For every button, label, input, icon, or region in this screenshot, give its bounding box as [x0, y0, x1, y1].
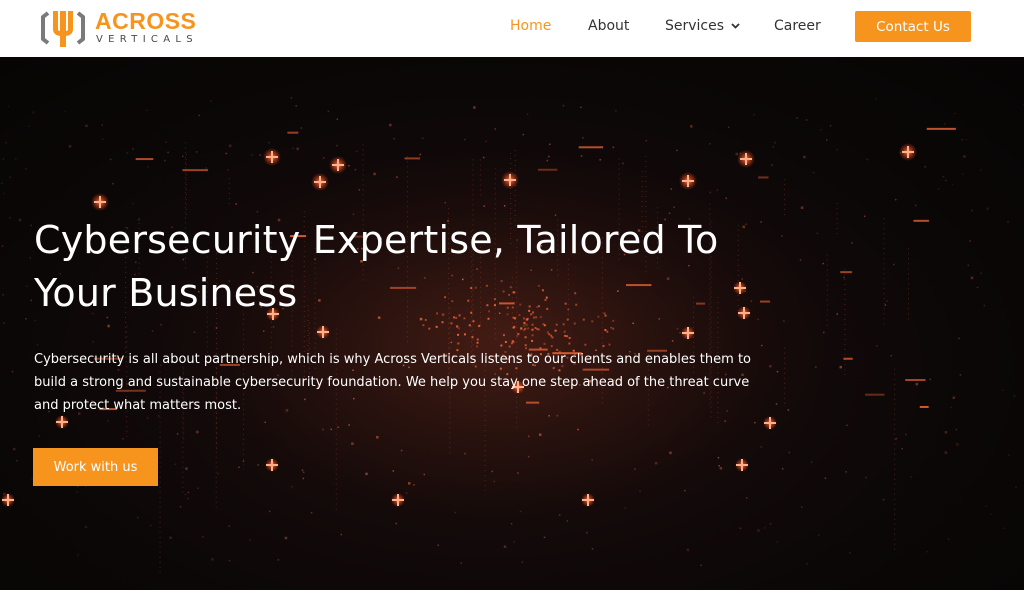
- nav-item-about[interactable]: About: [588, 17, 629, 35]
- hero-description-line-2: build a strong and sustainable cybersecu…: [34, 375, 750, 390]
- nav-item-services[interactable]: Services: [665, 17, 740, 35]
- contact-us-button[interactable]: Contact Us: [855, 11, 971, 42]
- hero-description-line-3: and protect what matters most.: [34, 398, 242, 413]
- brand-tagline: VERTICALS: [96, 34, 198, 45]
- hero-title: Cybersecurity Expertise, Tailored To You…: [34, 214, 814, 320]
- chevron-down-icon: [731, 23, 740, 29]
- work-with-us-button[interactable]: Work with us: [33, 448, 158, 486]
- brand-name: ACROSS: [95, 8, 197, 34]
- brand-logo[interactable]: ACROSS VERTICALS: [40, 5, 210, 51]
- hero-description: Cybersecurity is all about partnership, …: [34, 348, 774, 417]
- nav-item-home[interactable]: Home: [510, 17, 551, 35]
- hero-description-line-1: Cybersecurity is all about partnership, …: [34, 352, 751, 367]
- nav-item-services-label: Services: [665, 18, 725, 34]
- hero-title-line-1: Cybersecurity Expertise, Tailored To: [34, 218, 719, 262]
- hero-background-image: [0, 97, 1024, 577]
- hero-section: Cybersecurity Expertise, Tailored To You…: [0, 57, 1024, 590]
- across-verticals-logo-icon: [41, 11, 85, 47]
- site-header: ACROSS VERTICALS Home About Services Car…: [0, 0, 1024, 57]
- hero-title-line-2: Your Business: [34, 271, 298, 315]
- nav-item-career[interactable]: Career: [774, 17, 821, 35]
